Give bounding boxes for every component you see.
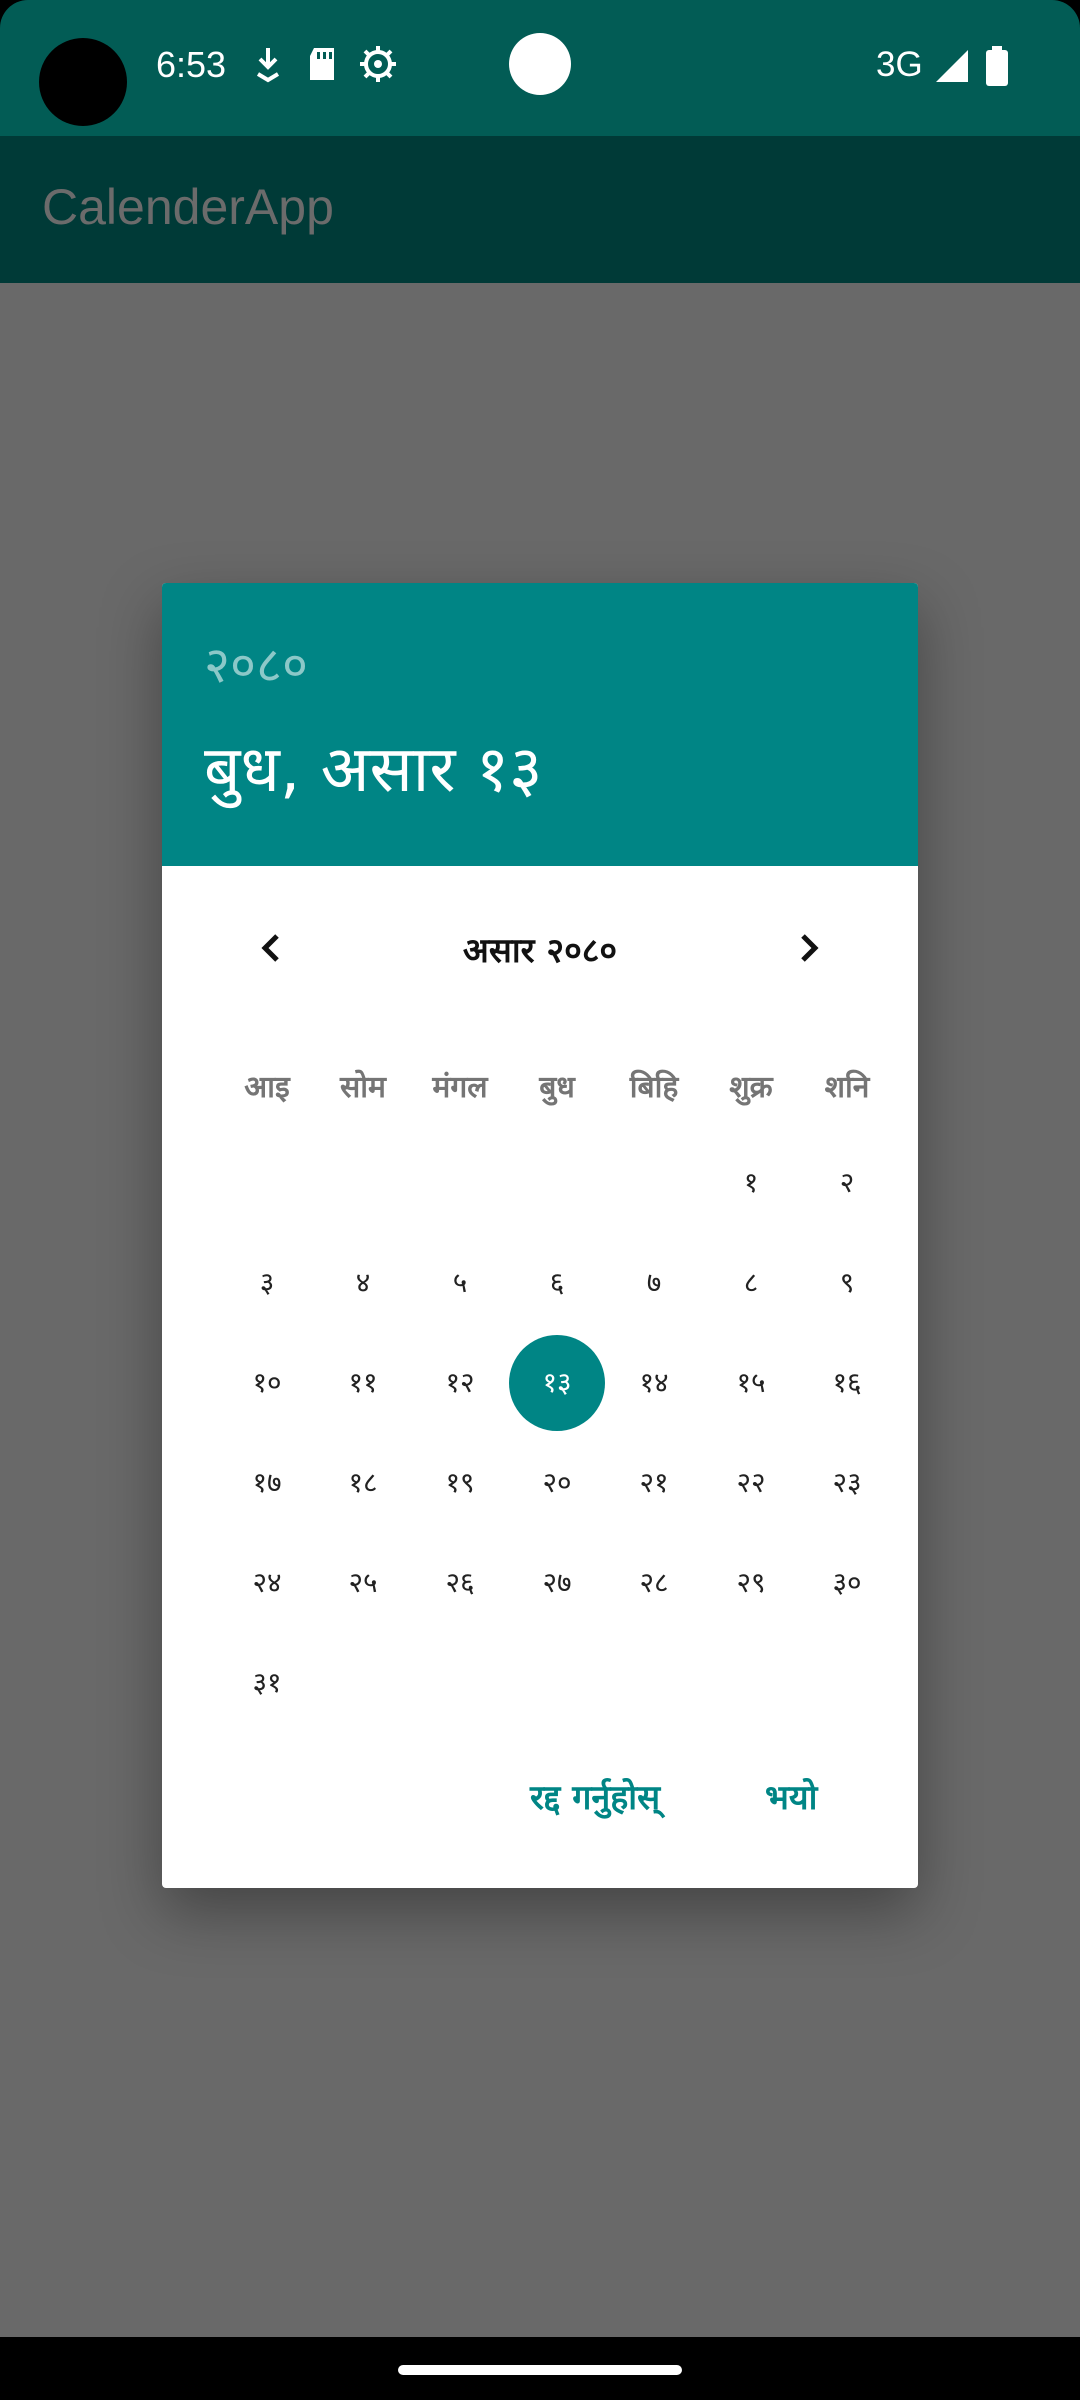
calendar-day[interactable]: १५ [703, 1335, 799, 1431]
calendar-day[interactable]: ४ [315, 1235, 411, 1331]
calendar-day[interactable]: २३ [799, 1435, 895, 1531]
settings-gear-icon [360, 46, 396, 82]
calendar-day[interactable]: ३० [799, 1535, 895, 1631]
weekday-label: शुक्र [729, 1070, 773, 1105]
calendar-day[interactable]: ३ [219, 1235, 315, 1331]
header-selected-date[interactable]: बुध, असार १३ [204, 723, 542, 810]
status-time: 6:53 [156, 44, 227, 85]
calendar-day[interactable]: १९ [412, 1435, 508, 1531]
calendar-day[interactable]: २२ [703, 1435, 799, 1531]
download-icon [256, 48, 280, 83]
weekday-label: आइ [244, 1070, 290, 1105]
calendar-day[interactable]: २१ [606, 1435, 702, 1531]
chevron-right-icon [801, 934, 819, 962]
month-navigation: असार २०८० [162, 866, 918, 1036]
calendar-day[interactable]: २ [799, 1135, 895, 1231]
calendar-day[interactable]: १७ [219, 1435, 315, 1531]
cancel-button[interactable]: रद्द गर्नुहोस् [522, 1763, 668, 1829]
calendar-day[interactable]: २५ [315, 1535, 411, 1631]
header-year[interactable]: २०८० [204, 629, 308, 697]
weekday-label: सोम [340, 1070, 386, 1105]
next-month-button[interactable] [768, 908, 848, 988]
signal-icon [936, 50, 968, 82]
calendar-day-selected[interactable]: १३ [509, 1335, 605, 1431]
calendar-day[interactable]: २८ [606, 1535, 702, 1631]
calendar-day[interactable]: २७ [509, 1535, 605, 1631]
date-picker-header: २०८० बुध, असार १३ [162, 583, 918, 866]
calendar-day[interactable]: १६ [799, 1335, 895, 1431]
weekday-label: बुध [539, 1070, 575, 1105]
calendar-day[interactable]: २६ [412, 1535, 508, 1631]
calendar-day[interactable]: २० [509, 1435, 605, 1531]
weekday-label: मंगल [432, 1070, 488, 1105]
calendar-day[interactable]: ३१ [219, 1635, 315, 1731]
calendar-day[interactable]: १ [703, 1135, 799, 1231]
network-type: 3G [876, 45, 923, 84]
app-bar: CalenderApp [0, 136, 1080, 283]
sd-card-icon [310, 48, 334, 80]
navigation-bar [0, 2337, 1080, 2400]
app-title: CalenderApp [42, 179, 334, 235]
weekday-label: शनि [824, 1070, 870, 1105]
ok-button[interactable]: भयो [757, 1763, 825, 1829]
calendar-day[interactable]: ६ [509, 1235, 605, 1331]
calendar-day[interactable]: ९ [799, 1235, 895, 1331]
calendar-day[interactable]: ५ [412, 1235, 508, 1331]
calendar-day[interactable]: ८ [703, 1235, 799, 1331]
front-camera-cutout [39, 38, 127, 126]
home-gesture-handle[interactable] [398, 2365, 682, 2375]
calendar-day[interactable]: ७ [606, 1235, 702, 1331]
calendar-day[interactable]: १० [219, 1335, 315, 1431]
battery-icon [986, 46, 1008, 86]
calendar-day[interactable]: ११ [315, 1335, 411, 1431]
weekday-label: बिहि [629, 1070, 679, 1105]
calendar-day[interactable]: १४ [606, 1335, 702, 1431]
calendar-day[interactable]: २९ [703, 1535, 799, 1631]
calendar-day[interactable]: १८ [315, 1435, 411, 1531]
date-picker-dialog: २०८० बुध, असार १३ असार २०८० आइ सोम मंगल … [162, 583, 918, 1888]
status-bar: 6:53 3G [0, 0, 1080, 136]
calendar-day[interactable]: १२ [412, 1335, 508, 1431]
calendar-day[interactable]: २४ [219, 1535, 315, 1631]
camera-punch-hole [509, 33, 571, 95]
